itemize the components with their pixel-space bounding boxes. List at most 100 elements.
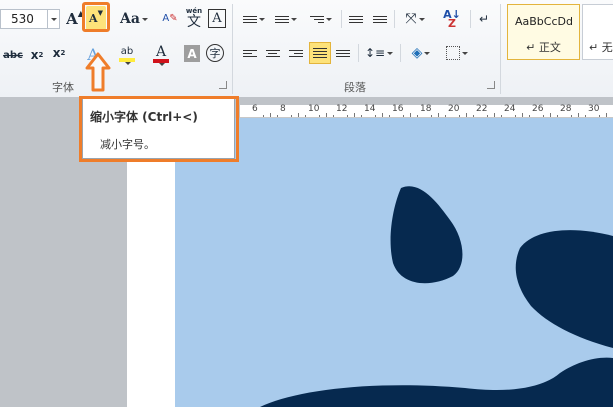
ruler-tick — [550, 113, 551, 117]
align-left-button[interactable] — [240, 44, 260, 62]
phonetic-guide-icon: 文 — [187, 13, 201, 30]
subscript-label: x — [30, 48, 39, 62]
numbering-icon — [275, 14, 289, 25]
distributed-button[interactable] — [333, 44, 353, 62]
page-background-image — [175, 118, 613, 407]
font-size-input[interactable]: 530 — [0, 9, 48, 29]
ruler-tick — [410, 113, 411, 117]
annotation-arrow-up-icon — [85, 52, 111, 92]
paragraph-mark-icon: ↵ — [478, 12, 490, 26]
horizontal-ruler[interactable]: 6 8 10 12 14 16 18 20 22 24 26 28 30 — [240, 104, 613, 118]
separator — [358, 44, 359, 62]
character-shape-graphic — [260, 186, 613, 407]
superscript-button[interactable]: x2 — [50, 44, 68, 62]
increase-indent-button[interactable] — [370, 10, 390, 28]
shading-button[interactable]: ◈ — [406, 42, 436, 64]
style-no-spacing-name: ↵ 无 — [589, 41, 613, 54]
font-dialog-launcher[interactable] — [219, 81, 227, 89]
font-color-button[interactable]: A — [146, 44, 176, 66]
align-center-button[interactable] — [263, 44, 283, 62]
strikethrough-label: abc — [3, 49, 23, 61]
text-highlight-button[interactable]: ab — [112, 44, 142, 66]
character-shading-button[interactable]: A — [184, 45, 200, 62]
distributed-icon — [336, 48, 350, 59]
character-border-button[interactable]: A — [208, 9, 226, 28]
ruler-tick — [522, 113, 523, 117]
enclose-characters-button[interactable]: 字 — [206, 44, 224, 62]
paragraph-group-label: 段落 — [344, 81, 366, 94]
ruler-number: 24 — [504, 104, 516, 114]
separator — [394, 10, 395, 28]
brush-stroke-right — [515, 230, 613, 348]
multilevel-list-icon — [310, 14, 324, 25]
separator — [470, 10, 471, 28]
ruler-tick — [382, 113, 383, 117]
ruler-tick — [361, 115, 362, 117]
ruler-tick — [298, 113, 299, 117]
borders-button[interactable] — [442, 44, 472, 62]
ruler-tick — [389, 115, 390, 117]
ruler-number: 28 — [560, 104, 572, 114]
ruler-tick — [529, 115, 530, 117]
font-color-bar — [153, 58, 169, 63]
separator — [400, 44, 401, 62]
ruler-tick — [459, 115, 460, 117]
ruler-number: 16 — [392, 104, 404, 114]
paint-bucket-icon: ◈ — [411, 45, 423, 61]
font-size-dropdown-button[interactable] — [48, 9, 60, 29]
ruler-tick — [375, 115, 376, 117]
ruler-tick — [557, 115, 558, 117]
ruler-tick — [431, 115, 432, 117]
ruler-number: 12 — [336, 104, 348, 114]
ruler-tick — [606, 113, 607, 117]
clear-format-icon: A✎ — [162, 12, 178, 24]
sort-icon-z: Z — [448, 17, 456, 30]
ruler-number: 26 — [532, 104, 544, 114]
ruler-tick — [263, 115, 264, 117]
bullets-button[interactable] — [240, 10, 268, 28]
justify-button[interactable] — [309, 42, 331, 64]
align-right-icon — [289, 48, 303, 59]
line-spacing-button[interactable]: ↕≡ — [364, 44, 394, 62]
ruler-tick — [319, 115, 320, 117]
style-normal-name: ↵ 正文 — [526, 41, 561, 54]
align-center-icon — [266, 48, 280, 59]
ruler-tick — [487, 115, 488, 117]
subscript-button[interactable]: x2 — [28, 46, 46, 64]
multilevel-list-button[interactable] — [306, 10, 336, 28]
character-border-icon: A — [212, 11, 222, 26]
align-right-button[interactable] — [286, 44, 306, 62]
strikethrough-button[interactable]: abc — [2, 46, 24, 64]
style-normal[interactable]: AaBbCcDd ↵ 正文 — [507, 4, 580, 60]
ruler-tick — [277, 115, 278, 117]
style-no-spacing[interactable]: ↵ 无 — [582, 4, 613, 60]
brush-stroke-bottom — [260, 357, 613, 407]
highlight-pen-icon: ab — [120, 45, 134, 57]
decrease-indent-button[interactable] — [346, 10, 366, 28]
ruler-tick — [494, 113, 495, 117]
chinese-layout-icon: ⤧ — [405, 11, 417, 27]
borders-icon — [446, 46, 460, 60]
chinese-layout-button[interactable]: ⤧ — [400, 8, 430, 30]
decrease-indent-icon — [349, 14, 363, 25]
ruler-tick — [438, 113, 439, 117]
ruler-tick — [347, 115, 348, 117]
ruler-tick — [354, 113, 355, 117]
ruler-tick — [466, 113, 467, 117]
clear-format-button[interactable]: A✎ — [160, 4, 180, 32]
ruler-tick — [501, 115, 502, 117]
show-hide-marks-button[interactable]: ↵ — [476, 10, 492, 28]
superscript-label: x — [52, 46, 61, 60]
phonetic-guide-button[interactable]: wén 文 — [184, 4, 204, 32]
group-divider — [500, 4, 501, 94]
change-case-button[interactable]: Aa — [120, 8, 148, 30]
numbering-button[interactable] — [272, 10, 300, 28]
justify-icon — [313, 46, 327, 60]
ruler-number: 18 — [420, 104, 432, 114]
ruler-number: 30 — [588, 104, 600, 114]
ruler-tick — [270, 113, 271, 117]
sort-button[interactable]: A↓ Z — [440, 8, 464, 30]
highlight-color-bar — [119, 57, 135, 62]
enclose-characters-icon: 字 — [209, 47, 221, 60]
paragraph-dialog-launcher[interactable] — [487, 81, 495, 89]
